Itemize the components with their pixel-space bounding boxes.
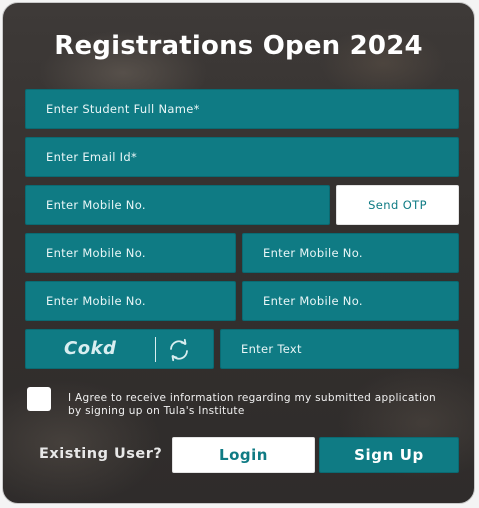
full-name-placeholder: Enter Student Full Name* [46,102,200,116]
signup-button[interactable]: Sign Up [319,437,459,473]
captcha-divider [155,337,156,362]
login-label: Login [219,446,268,464]
send-otp-label: Send OTP [368,198,427,212]
mobile-field[interactable]: Enter Mobile No. [25,185,330,225]
mobile-2-placeholder: Enter Mobile No. [46,246,146,260]
mobile-3-placeholder: Enter Mobile No. [263,246,363,260]
existing-user-label: Existing User? [39,446,163,462]
email-placeholder: Enter Email Id* [46,150,138,164]
form-title: Registrations Open 2024 [54,31,423,61]
send-otp-button[interactable]: Send OTP [336,185,459,225]
login-button[interactable]: Login [172,437,315,473]
mobile-field-2[interactable]: Enter Mobile No. [25,233,236,273]
mobile-4-placeholder: Enter Mobile No. [46,294,146,308]
full-name-field[interactable]: Enter Student Full Name* [25,89,459,129]
mobile-placeholder: Enter Mobile No. [46,198,146,212]
captcha-code: Cokd [64,338,117,359]
registration-card: Registrations Open 2024 Enter Student Fu… [2,2,475,504]
mobile-field-5[interactable]: Enter Mobile No. [242,281,459,321]
consent-text: I Agree to receive information regarding… [68,392,436,417]
mobile-field-4[interactable]: Enter Mobile No. [25,281,236,321]
captcha-input[interactable]: Enter Text [220,329,459,369]
consent-checkbox[interactable] [27,387,51,411]
email-field[interactable]: Enter Email Id* [25,137,459,177]
signup-label: Sign Up [354,446,424,464]
captcha-input-placeholder: Enter Text [241,342,302,356]
captcha-box: Cokd [25,329,214,369]
mobile-field-3[interactable]: Enter Mobile No. [242,233,459,273]
mobile-5-placeholder: Enter Mobile No. [263,294,363,308]
refresh-icon[interactable] [166,337,192,363]
